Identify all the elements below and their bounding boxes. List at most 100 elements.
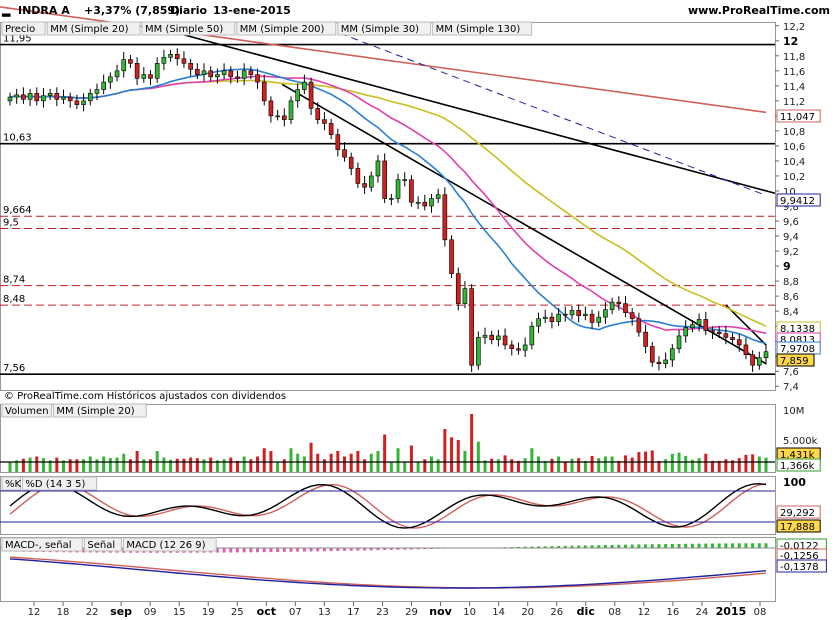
candle-body: [623, 303, 628, 313]
y-tick-label: 8,8: [783, 277, 799, 288]
volume-bar: [724, 459, 728, 472]
candle-body: [476, 337, 481, 366]
candle-body: [696, 319, 702, 325]
candle-body: [415, 201, 421, 204]
volume-axis-label: 10M: [783, 406, 804, 417]
candle-body: [757, 357, 762, 366]
macd-histogram-bar: [242, 548, 246, 553]
y-tick-label: 9: [783, 260, 791, 273]
macd-histogram-bar: [296, 548, 300, 552]
candle-body: [288, 100, 294, 120]
macd-legend-label: Señal: [87, 540, 115, 551]
volume-bar: [450, 437, 454, 472]
macd-histogram-bar: [717, 543, 721, 548]
candle-body: [489, 334, 494, 340]
candle-body: [27, 93, 33, 100]
candle-body: [422, 201, 428, 207]
macd-histogram-bar: [276, 548, 280, 552]
candle-body: [282, 115, 287, 120]
candle-body: [54, 93, 60, 100]
candle-body: [61, 96, 66, 100]
price-change: +3,37% (7,859): [84, 4, 180, 17]
candle-body: [188, 63, 193, 70]
volume-bar: [751, 454, 755, 472]
volume-bar: [202, 459, 206, 472]
volume-legend-label: Volumen: [5, 406, 49, 417]
candle-body: [603, 309, 608, 318]
macd-histogram-bar: [710, 543, 714, 548]
candle-body: [168, 53, 173, 58]
candle-body: [576, 310, 581, 316]
candle-body: [148, 74, 153, 79]
volume-value-label: 1,366k: [780, 461, 815, 472]
volume-bar: [195, 458, 199, 472]
volume-bar: [650, 450, 654, 472]
volume-bar: [456, 440, 460, 472]
candle-body: [616, 301, 622, 304]
candle-body: [94, 89, 100, 94]
macd-histogram-bar: [235, 548, 239, 553]
candle-body: [268, 100, 274, 117]
macd-histogram-bar: [744, 543, 748, 548]
stochastic-value-label: 17,888: [780, 522, 815, 533]
x-tick-label: 13: [318, 607, 331, 618]
volume-bar: [68, 459, 72, 472]
candle-body: [589, 313, 595, 323]
macd-histogram-bar: [637, 544, 641, 548]
stochastic-legend-label: %K: [5, 479, 22, 490]
volume-bar: [570, 458, 574, 472]
macd-histogram-bar: [316, 548, 320, 552]
volume-bar: [577, 458, 581, 472]
x-tick-label: 09: [144, 607, 157, 618]
candle-body: [469, 288, 474, 366]
candle-body: [221, 70, 227, 75]
x-tick-label: sep: [110, 605, 132, 618]
candle-body: [248, 70, 254, 75]
candle-body: [355, 168, 361, 184]
candle-body: [208, 70, 214, 78]
level-label: 8,48: [3, 294, 25, 305]
volume-bar: [603, 456, 607, 472]
x-tick-label: 14: [492, 607, 505, 618]
x-tick-label: 08: [754, 607, 767, 618]
y-tick-label: 8,4: [783, 307, 799, 318]
chart-icon: ▂: [1, 4, 11, 17]
candle-body: [509, 344, 515, 349]
candle-body: [750, 354, 755, 366]
candle-body: [181, 58, 187, 64]
volume-bar: [115, 457, 119, 472]
volume-bar: [557, 456, 561, 472]
macd-histogram-bar: [670, 543, 674, 548]
y-tick-label: 10,6: [783, 142, 805, 153]
candle-body: [161, 56, 167, 64]
volume-bar: [102, 456, 106, 472]
macd-histogram-bar: [249, 548, 253, 553]
macd-histogram-bar: [664, 544, 668, 548]
volume-bar: [369, 453, 373, 472]
candle-body: [629, 312, 635, 319]
volume-bar: [108, 458, 112, 472]
candle-body: [228, 70, 234, 78]
candle-body: [295, 89, 300, 102]
volume-bar: [209, 457, 213, 472]
macd-histogram-bar: [302, 548, 306, 552]
candle-body: [656, 361, 662, 365]
volume-bar: [610, 456, 614, 472]
candle-body: [676, 335, 682, 349]
candle-body: [395, 179, 401, 199]
candle-body: [435, 194, 441, 199]
candle-body: [670, 348, 675, 361]
volume-bar: [664, 459, 668, 472]
candle-body: [583, 313, 588, 316]
macd-value-label: -0,1378: [780, 562, 819, 573]
x-tick-label: dic: [577, 605, 595, 618]
volume-bar: [436, 459, 440, 472]
volume-bar: [21, 458, 25, 472]
volume-bar: [122, 453, 126, 472]
volume-bar: [757, 456, 761, 472]
candle-body: [121, 59, 127, 72]
y-tick-label: 12: [783, 35, 798, 48]
y-tick-label: 10,8: [783, 127, 805, 138]
volume-bar: [490, 458, 494, 472]
candle-body: [409, 179, 414, 203]
